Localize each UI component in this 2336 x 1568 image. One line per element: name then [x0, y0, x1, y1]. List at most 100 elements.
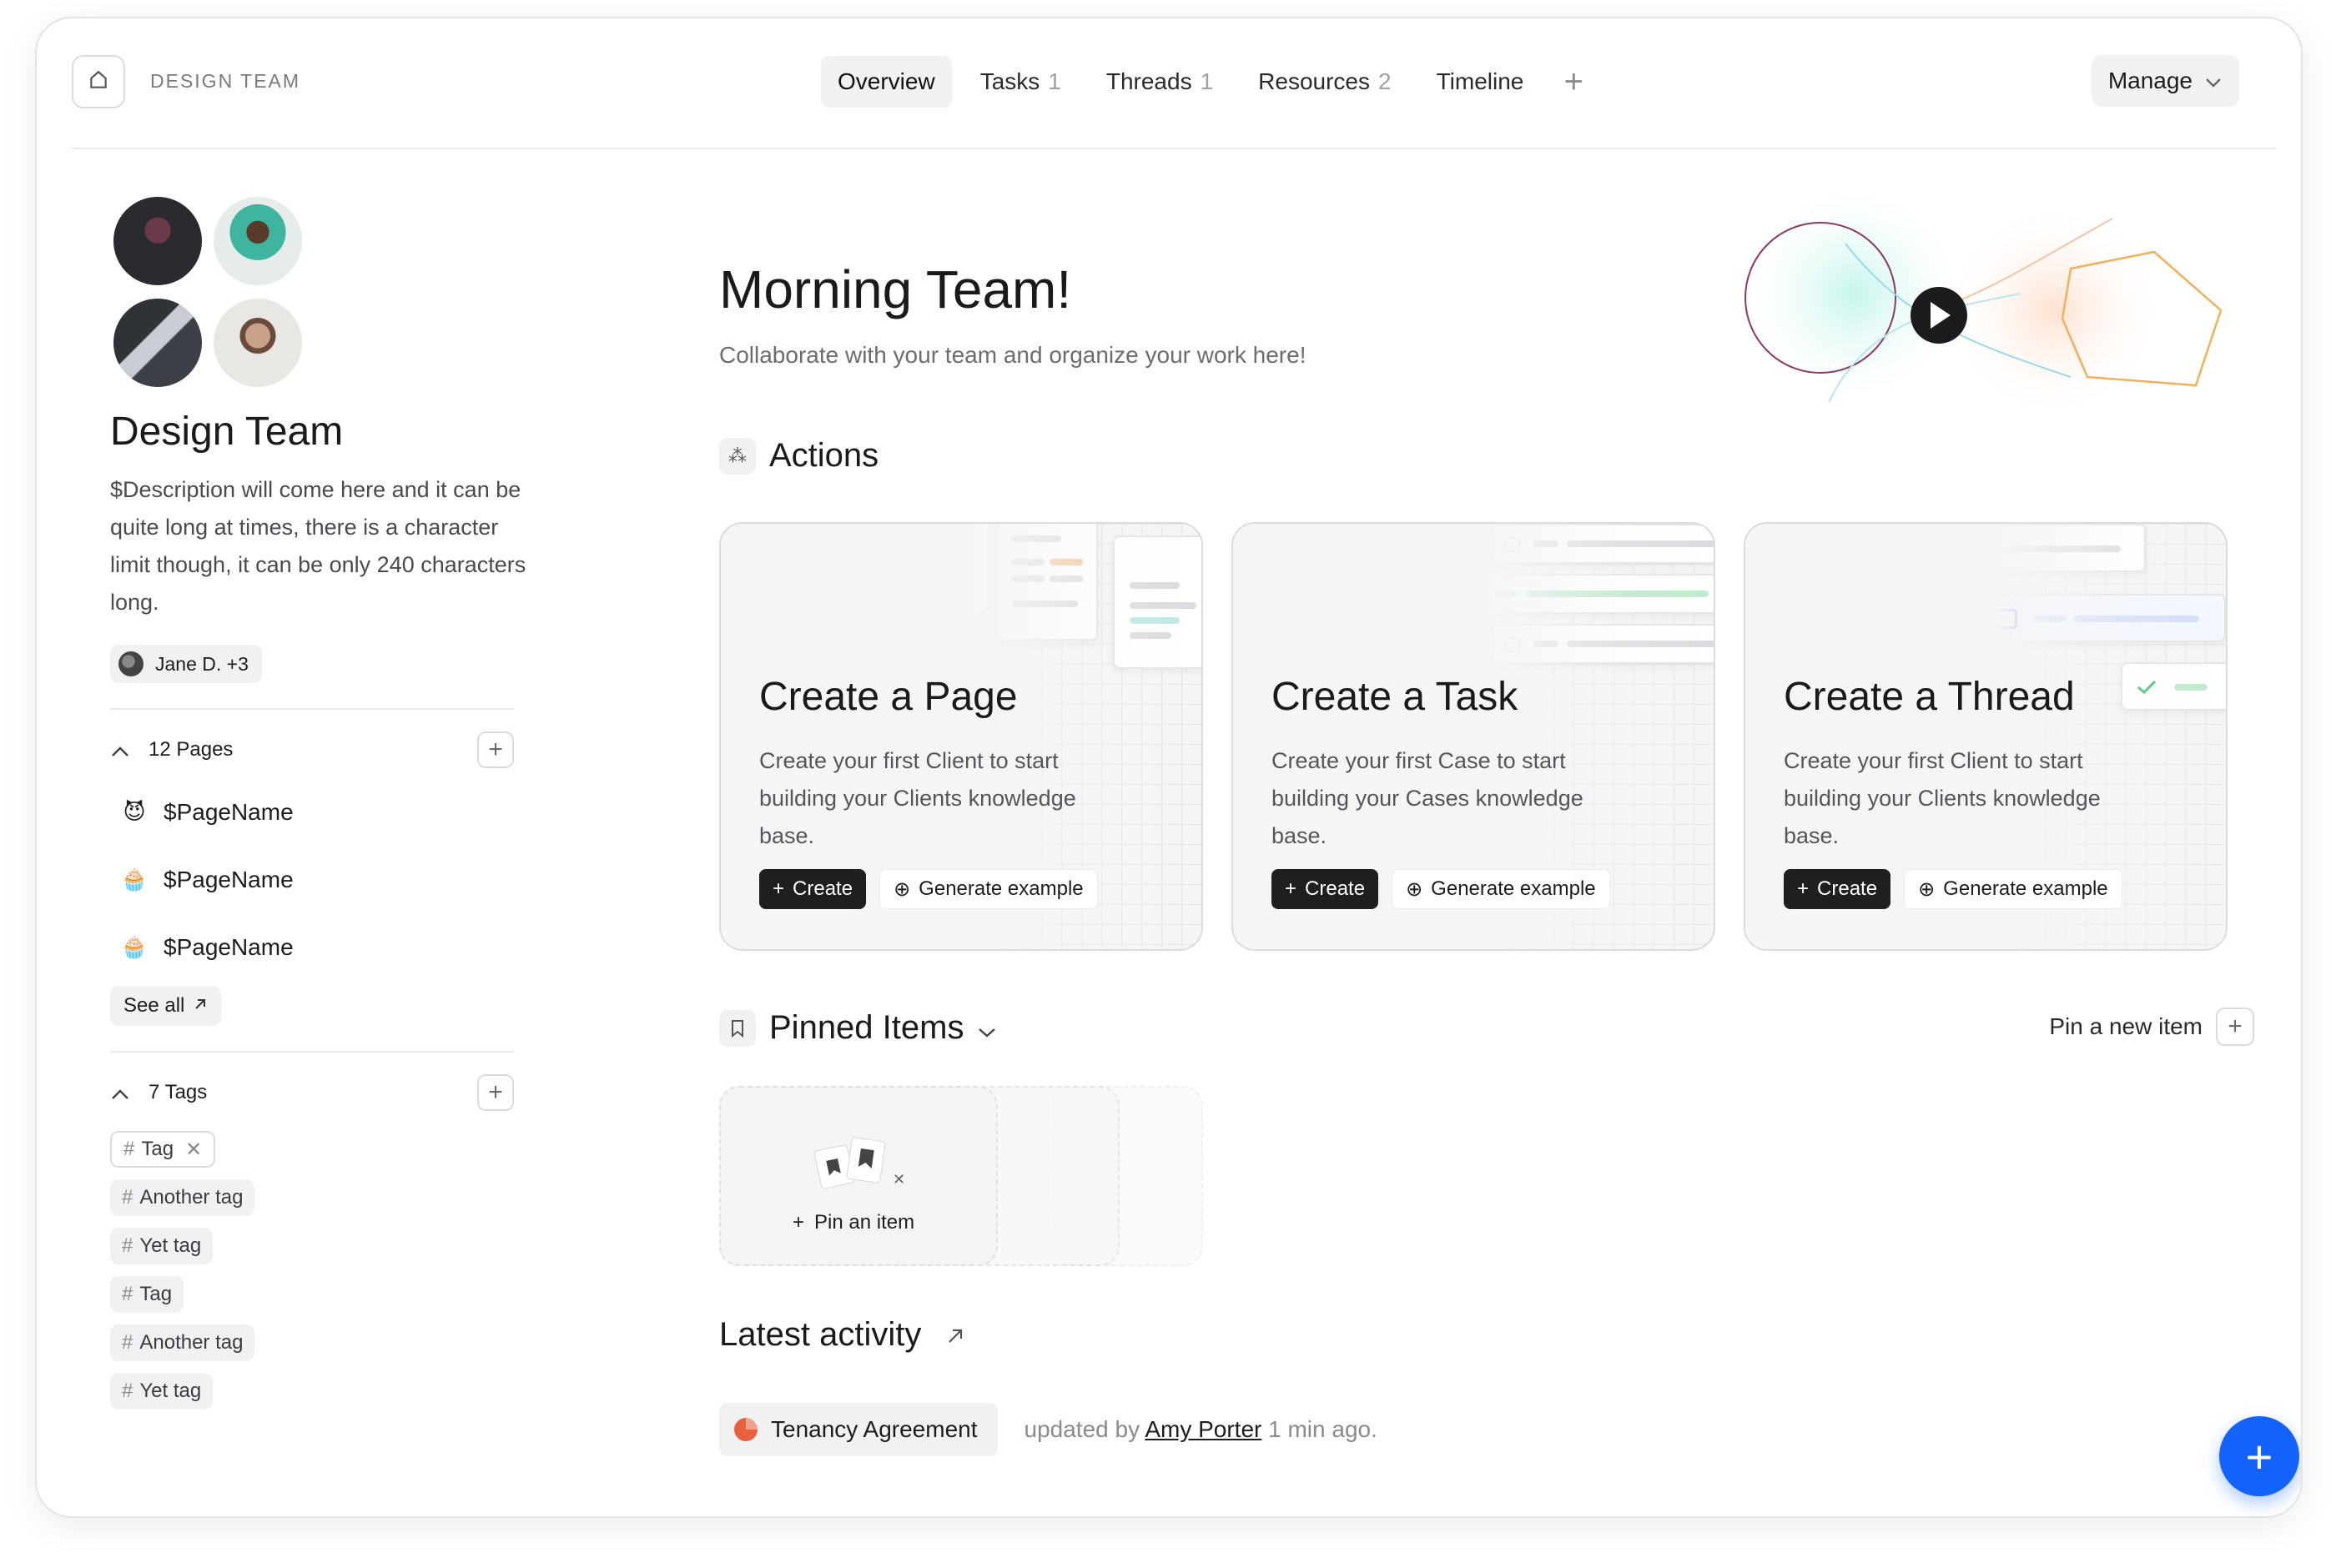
button-label: Create: [1305, 877, 1366, 900]
page-list-item[interactable]: 🧁 $PageName: [110, 846, 544, 913]
pin-new-item-button[interactable]: +: [2216, 1008, 2254, 1046]
tab-threads[interactable]: Threads 1: [1090, 56, 1230, 108]
bookmark-icon: [719, 1009, 756, 1047]
greeting-subtitle: Collaborate with your team and organize …: [719, 342, 1306, 368]
card-title: Create a Thread: [1784, 675, 2075, 719]
button-label: Generate example: [919, 877, 1084, 900]
generate-example-button[interactable]: ⊕ Generate example: [1392, 869, 1610, 909]
card-title: Create a Page: [759, 675, 1018, 719]
avatar[interactable]: [210, 295, 305, 390]
hero-illustration: [1720, 177, 2238, 419]
hash-icon: #: [122, 1234, 133, 1257]
home-icon: [88, 69, 109, 95]
card-description: Create your first Client to start buildi…: [1784, 748, 2101, 848]
tag-chip[interactable]: # Another tag: [110, 1324, 255, 1361]
generate-example-button[interactable]: ⊕ Generate example: [879, 869, 1098, 909]
generate-example-button[interactable]: ⊕ Generate example: [1904, 869, 2122, 909]
add-tab-button[interactable]: +: [1552, 56, 1595, 108]
add-tag-button[interactable]: +: [477, 1074, 514, 1111]
create-task-button[interactable]: + Create: [1271, 869, 1379, 909]
create-thread-button[interactable]: + Create: [1784, 869, 1891, 909]
tab-timeline[interactable]: Timeline: [1420, 56, 1541, 108]
see-all-pages-button[interactable]: See all: [110, 986, 222, 1026]
activity-action: updated by: [1024, 1416, 1140, 1442]
page-emoji-icon: 🧁: [120, 867, 149, 892]
tags-section-header[interactable]: 7 Tags +: [110, 1071, 514, 1114]
card-title: Create a Task: [1271, 675, 1518, 719]
activity-document-chip[interactable]: Tenancy Agreement: [719, 1403, 998, 1456]
tag-label: Tag: [141, 1138, 174, 1160]
page-list-item[interactable]: 😈 $PageName: [110, 778, 544, 846]
divider: [110, 708, 514, 710]
plus-circle-icon: ⊕: [894, 877, 911, 901]
tag-chip[interactable]: # Tag ✕: [110, 1131, 216, 1168]
page-name: $PageName: [164, 933, 294, 960]
create-task-card[interactable]: Create a Task Create your first Case to …: [1231, 522, 1715, 951]
hash-icon: #: [123, 1138, 135, 1160]
page-emoji-icon: 😈: [123, 799, 146, 824]
tab-resources[interactable]: Resources 2: [1241, 56, 1407, 108]
chevron-up-icon[interactable]: [110, 737, 140, 763]
plus-icon: +: [773, 877, 785, 900]
hash-icon: #: [122, 1331, 133, 1354]
plus-circle-icon: ⊕: [1406, 877, 1423, 901]
play-button[interactable]: [1911, 287, 1967, 344]
tag-label: Another tag: [139, 1331, 244, 1354]
pinned-items-area: ✕ + Pin an item: [719, 1086, 1203, 1266]
pin-new-item[interactable]: Pin a new item +: [2049, 1008, 2254, 1046]
chevron-down-icon[interactable]: [977, 1009, 997, 1047]
page-name: $PageName: [164, 866, 294, 892]
plus-icon: +: [1797, 877, 1810, 900]
pages-section-header[interactable]: 12 Pages +: [110, 728, 514, 771]
add-page-button[interactable]: +: [477, 731, 514, 768]
card-actions: + Create ⊕ Generate example: [1784, 869, 2122, 909]
tag-label: Yet tag: [139, 1234, 202, 1257]
page-name: $PageName: [164, 798, 294, 825]
create-page-card[interactable]: Create a Page Create your first Client t…: [719, 522, 1203, 951]
card-description: Create your first Case to start building…: [1271, 748, 1583, 848]
actions-title: Actions: [769, 437, 879, 474]
arrow-up-right-icon[interactable]: [946, 1316, 964, 1354]
workspace-name: DESIGN TEAM: [150, 70, 301, 92]
button-label: Generate example: [1431, 877, 1596, 900]
close-icon[interactable]: ✕: [185, 1138, 202, 1162]
latest-activity-header[interactable]: Latest activity: [719, 1316, 964, 1354]
card-description: Create your first Client to start buildi…: [759, 748, 1076, 848]
avatar[interactable]: [110, 295, 205, 390]
pinned-items-title: Pinned Items: [769, 1009, 964, 1046]
card-actions: + Create ⊕ Generate example: [1271, 869, 1610, 909]
floating-add-button[interactable]: +: [2219, 1416, 2299, 1496]
create-thread-card[interactable]: Create a Thread Create your first Client…: [1744, 522, 2228, 951]
latest-activity-title: Latest activity: [719, 1316, 922, 1353]
activity-item: Tenancy Agreement updated by Amy Porter …: [719, 1403, 1377, 1456]
tag-chip[interactable]: # Yet tag: [110, 1228, 214, 1264]
tab-label: Threads: [1105, 68, 1192, 94]
home-button[interactable]: [72, 55, 125, 108]
actions-icon: ⁂: [719, 437, 756, 475]
tag-chip[interactable]: # Tag: [110, 1276, 184, 1313]
pin-item-button[interactable]: + Pin an item: [793, 1211, 914, 1234]
action-cards: Create a Page Create your first Client t…: [719, 522, 2228, 951]
avatar[interactable]: [210, 193, 305, 289]
members-chip[interactable]: Jane D. +3: [110, 645, 262, 683]
button-label: Generate example: [1943, 877, 2108, 900]
tag-chip[interactable]: # Yet tag: [110, 1373, 214, 1410]
team-avatars: [110, 193, 327, 394]
document-status-icon: [734, 1418, 758, 1441]
create-page-button[interactable]: + Create: [759, 869, 867, 909]
pinned-items-header[interactable]: Pinned Items: [719, 1009, 997, 1047]
manage-dropdown[interactable]: Manage: [2091, 55, 2239, 107]
avatar[interactable]: [110, 193, 205, 289]
page-list-item[interactable]: 🧁 $PageName: [110, 913, 544, 981]
tab-overview[interactable]: Overview: [821, 56, 952, 108]
chevron-up-icon[interactable]: [110, 1080, 140, 1106]
actions-header: ⁂ Actions: [719, 437, 879, 475]
activity-user-link[interactable]: Amy Porter: [1145, 1416, 1261, 1442]
tab-count: 1: [1200, 68, 1214, 94]
tab-tasks[interactable]: Tasks 1: [964, 56, 1078, 108]
pin-item-slot[interactable]: ✕ + Pin an item: [719, 1086, 998, 1266]
page-emoji-icon: 🧁: [120, 934, 149, 959]
plus-icon: +: [793, 1211, 805, 1234]
tag-chip[interactable]: # Another tag: [110, 1179, 255, 1216]
tags-count-label: 7 Tags: [149, 1081, 208, 1103]
